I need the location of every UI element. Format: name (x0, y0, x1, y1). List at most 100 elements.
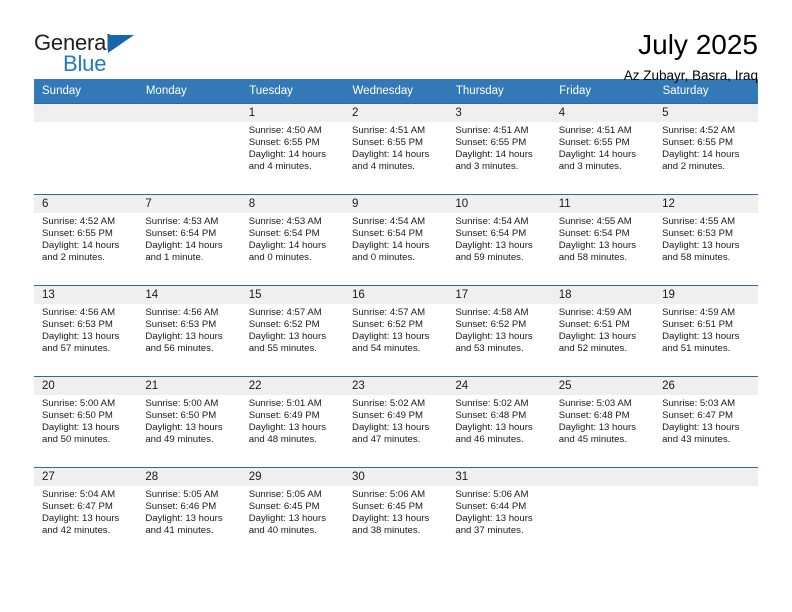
day-cell-content: 19 Sunrise: 4:59 AM Sunset: 6:51 PM Dayligh… (654, 286, 758, 376)
calendar-day-cell[interactable]: 11 Sunrise: 4:55 AM Sunset: 6:54 PM Dayligh… (550, 194, 655, 286)
day-detail-line: Daylight: 13 hours (145, 422, 223, 434)
day-number: 27 (34, 468, 138, 486)
page-title: July 2025 (638, 29, 758, 60)
day-details: Sunrise: 5:00 AM Sunset: 6:50 PM Daylight:… (34, 395, 137, 446)
day-detail-line: Daylight: 13 hours (455, 240, 533, 252)
day-detail-line: and 52 minutes. (558, 343, 627, 355)
day-detail-line: Sunset: 6:48 PM (455, 410, 527, 422)
calendar-day-cell[interactable]: 29 Sunrise: 5:05 AM Sunset: 6:45 PM Dayligh… (240, 467, 345, 558)
day-detail-line: and 54 minutes. (352, 343, 421, 355)
day-details: Sunrise: 5:05 AM Sunset: 6:45 PM Daylight:… (241, 486, 344, 537)
day-number: 3 (447, 104, 551, 122)
day-detail-line: Sunset: 6:53 PM (145, 319, 217, 331)
calendar-day-cell[interactable]: 30 Sunrise: 5:06 AM Sunset: 6:45 PM Dayligh… (344, 467, 448, 558)
day-detail-line: Sunrise: 4:55 AM (662, 216, 736, 227)
day-detail-line: and 53 minutes. (455, 343, 524, 355)
day-detail-line: and 3 minutes. (558, 161, 622, 173)
day-detail-line: Sunrise: 4:59 AM (662, 307, 736, 318)
day-details: Sunrise: 5:04 AM Sunset: 6:47 PM Daylight:… (34, 486, 137, 537)
day-detail-line: and 4 minutes. (352, 161, 415, 173)
day-detail-line: Sunset: 6:46 PM (145, 501, 217, 513)
calendar-day-cell[interactable]: 12 Sunrise: 4:55 AM Sunset: 6:53 PM Dayligh… (654, 194, 758, 286)
calendar-day-cell[interactable]: 10 Sunrise: 4:54 AM Sunset: 6:54 PM Dayligh… (447, 194, 551, 286)
calendar-day-cell[interactable]: 4 Sunrise: 4:51 AM Sunset: 6:55 PM Daylight… (550, 103, 655, 195)
calendar-day-cell[interactable]: 9 Sunrise: 4:54 AM Sunset: 6:54 PM Daylight… (344, 194, 448, 286)
day-cell-content: 6 Sunrise: 4:52 AM Sunset: 6:55 PM Daylight… (34, 195, 138, 285)
day-cell-content: 26 Sunrise: 5:03 AM Sunset: 6:47 PM Dayligh… (654, 377, 758, 467)
calendar-day-cell[interactable]: 27 Sunrise: 5:04 AM Sunset: 6:47 PM Dayligh… (34, 467, 138, 558)
day-detail-line: Sunset: 6:45 PM (352, 501, 423, 513)
day-details: Sunrise: 4:54 AM Sunset: 6:54 PM Daylight:… (344, 213, 447, 264)
day-number: 28 (137, 468, 241, 486)
general-blue-logo[interactable]: General Blue (34, 30, 154, 82)
day-detail-line: Daylight: 13 hours (248, 331, 327, 343)
day-detail-line: Daylight: 13 hours (558, 422, 637, 434)
day-number: 13 (34, 286, 138, 304)
calendar-day-cell[interactable]: 31 Sunrise: 5:06 AM Sunset: 6:44 PM Dayligh… (447, 467, 551, 558)
day-detail-line: Daylight: 13 hours (662, 240, 740, 252)
day-detail-line: Daylight: 13 hours (248, 422, 327, 434)
calendar-day-cell[interactable]: 8 Sunrise: 4:53 AM Sunset: 6:54 PM Daylight… (240, 194, 345, 286)
calendar-day-cell[interactable]: 28 Sunrise: 5:05 AM Sunset: 6:46 PM Dayligh… (137, 467, 241, 558)
day-details: Sunrise: 5:01 AM Sunset: 6:49 PM Daylight:… (241, 395, 344, 446)
day-detail-line: and 42 minutes. (42, 525, 111, 537)
day-details: Sunrise: 5:02 AM Sunset: 6:48 PM Daylight:… (447, 395, 550, 446)
calendar-week-row: 6 Sunrise: 4:52 AM Sunset: 6:55 PM Daylight… (34, 194, 758, 286)
day-detail-line: Sunset: 6:48 PM (558, 410, 630, 422)
calendar-day-cell[interactable]: 17 Sunrise: 4:58 AM Sunset: 6:52 PM Dayligh… (447, 285, 551, 377)
day-details: Sunrise: 4:57 AM Sunset: 6:52 PM Daylight:… (241, 304, 344, 355)
day-cell-content (654, 468, 758, 558)
day-number (654, 468, 758, 486)
day-number: 14 (137, 286, 241, 304)
day-cell-content: 7 Sunrise: 4:53 AM Sunset: 6:54 PM Daylight… (137, 195, 241, 285)
day-cell-content: 4 Sunrise: 4:51 AM Sunset: 6:55 PM Daylight… (550, 104, 655, 194)
calendar-week-row: 20 Sunrise: 5:00 AM Sunset: 6:50 PM Dayligh… (34, 376, 758, 468)
day-detail-line: Sunset: 6:55 PM (662, 137, 733, 149)
calendar-day-cell[interactable]: 25 Sunrise: 5:03 AM Sunset: 6:48 PM Dayligh… (550, 376, 655, 468)
calendar-day-cell[interactable]: 15 Sunrise: 4:57 AM Sunset: 6:52 PM Dayligh… (240, 285, 345, 377)
day-detail-line: and 0 minutes. (248, 252, 312, 264)
calendar-day-cell[interactable]: 24 Sunrise: 5:02 AM Sunset: 6:48 PM Dayligh… (447, 376, 551, 468)
calendar-day-cell[interactable]: 22 Sunrise: 5:01 AM Sunset: 6:49 PM Dayligh… (240, 376, 345, 468)
day-number: 9 (344, 195, 448, 213)
calendar-day-cell[interactable]: 18 Sunrise: 4:59 AM Sunset: 6:51 PM Dayligh… (550, 285, 655, 377)
weekday-header-sunday: Sunday (34, 79, 138, 104)
day-detail-line: Sunset: 6:49 PM (352, 410, 423, 422)
day-detail-line: Daylight: 14 hours (248, 149, 327, 161)
calendar-day-cell[interactable]: 5 Sunrise: 4:52 AM Sunset: 6:55 PM Daylight… (654, 103, 758, 195)
day-detail-line: Sunrise: 5:04 AM (42, 489, 116, 500)
day-detail-line: Sunset: 6:49 PM (248, 410, 320, 422)
day-detail-line: Daylight: 13 hours (352, 331, 430, 343)
calendar-day-cell[interactable]: 1 Sunrise: 4:50 AM Sunset: 6:55 PM Daylight… (240, 103, 345, 195)
day-details: Sunrise: 4:53 AM Sunset: 6:54 PM Daylight:… (137, 213, 240, 264)
day-details: Sunrise: 4:59 AM Sunset: 6:51 PM Daylight:… (654, 304, 757, 355)
calendar-day-cell[interactable]: 21 Sunrise: 5:00 AM Sunset: 6:50 PM Dayligh… (137, 376, 241, 468)
day-details: Sunrise: 4:52 AM Sunset: 6:55 PM Daylight:… (654, 122, 757, 173)
day-detail-line: Sunset: 6:55 PM (352, 137, 423, 149)
day-details: Sunrise: 4:59 AM Sunset: 6:51 PM Daylight:… (551, 304, 654, 355)
calendar-day-cell[interactable]: 2 Sunrise: 4:51 AM Sunset: 6:55 PM Daylight… (344, 103, 448, 195)
calendar-day-cell[interactable]: 14 Sunrise: 4:56 AM Sunset: 6:53 PM Dayligh… (137, 285, 241, 377)
day-detail-line: Sunset: 6:55 PM (42, 228, 113, 240)
day-number: 31 (447, 468, 551, 486)
calendar-day-cell[interactable]: 7 Sunrise: 4:53 AM Sunset: 6:54 PM Daylight… (137, 194, 241, 286)
calendar-day-cell[interactable]: 26 Sunrise: 5:03 AM Sunset: 6:47 PM Dayligh… (654, 376, 758, 468)
calendar-day-cell[interactable]: 16 Sunrise: 4:57 AM Sunset: 6:52 PM Dayligh… (344, 285, 448, 377)
day-details: Sunrise: 4:53 AM Sunset: 6:54 PM Daylight:… (241, 213, 344, 264)
day-cell-content (550, 468, 655, 558)
day-detail-line: Sunrise: 4:50 AM (248, 125, 322, 136)
day-detail-line: Sunrise: 5:05 AM (248, 489, 322, 500)
calendar-day-cell[interactable]: 23 Sunrise: 5:02 AM Sunset: 6:49 PM Dayligh… (344, 376, 448, 468)
calendar-day-cell[interactable]: 20 Sunrise: 5:00 AM Sunset: 6:50 PM Dayligh… (34, 376, 138, 468)
day-number: 21 (137, 377, 241, 395)
calendar-day-cell[interactable]: 6 Sunrise: 4:52 AM Sunset: 6:55 PM Daylight… (34, 194, 138, 286)
day-detail-line: Sunrise: 5:05 AM (145, 489, 219, 500)
day-detail-line: Daylight: 13 hours (42, 331, 120, 343)
day-detail-line: Daylight: 13 hours (145, 331, 223, 343)
calendar-day-cell[interactable]: 19 Sunrise: 4:59 AM Sunset: 6:51 PM Dayligh… (654, 285, 758, 377)
day-number (550, 468, 655, 486)
calendar-day-cell[interactable]: 3 Sunrise: 4:51 AM Sunset: 6:55 PM Daylight… (447, 103, 551, 195)
day-detail-line: and 58 minutes. (662, 252, 731, 264)
day-details: Sunrise: 4:58 AM Sunset: 6:52 PM Daylight:… (447, 304, 550, 355)
calendar-day-cell[interactable]: 13 Sunrise: 4:56 AM Sunset: 6:53 PM Dayligh… (34, 285, 138, 377)
